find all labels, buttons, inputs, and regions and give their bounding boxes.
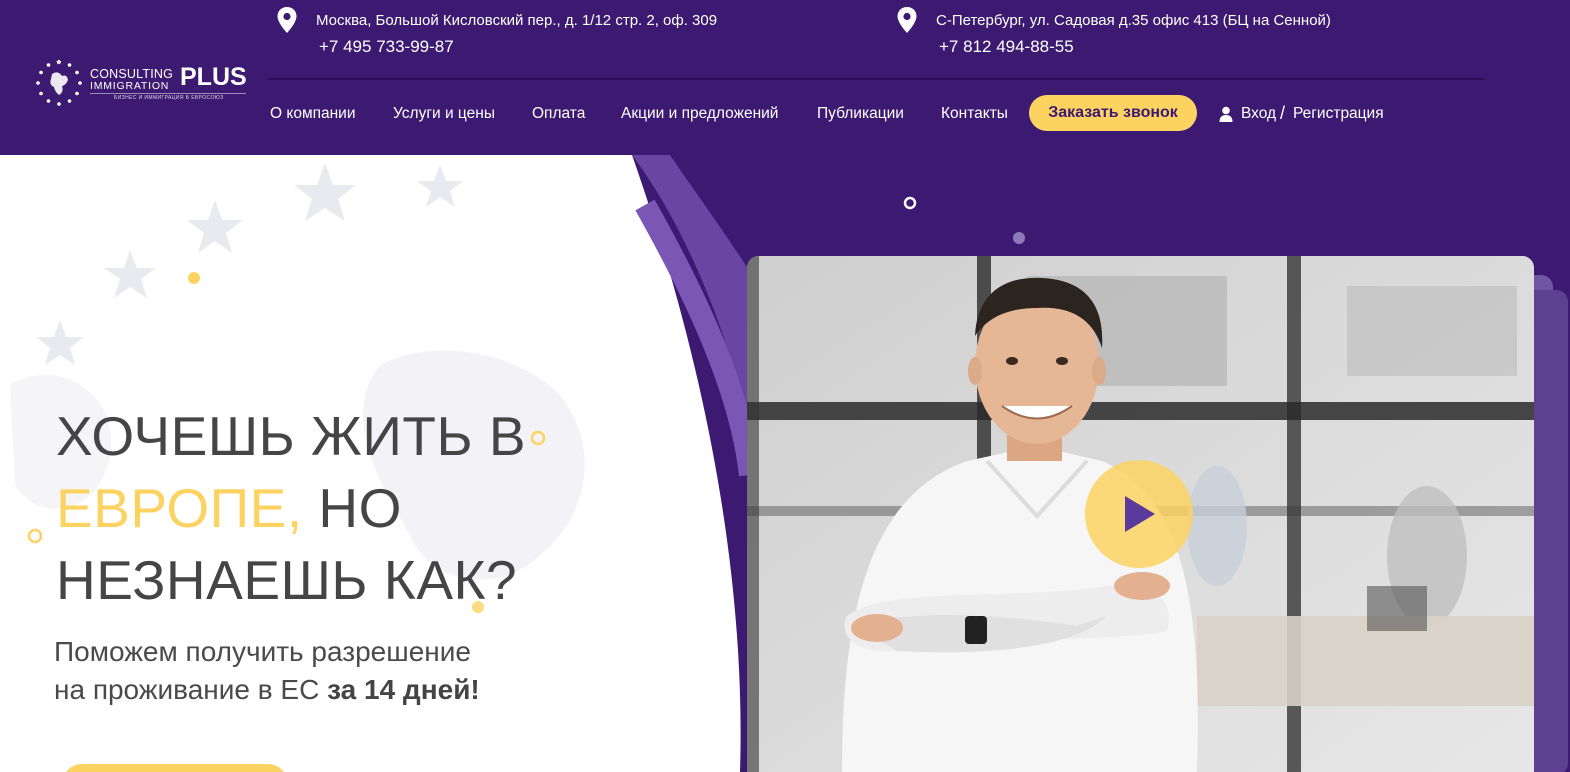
headline-line-1: ХОЧЕШЬ ЖИТЬ В	[56, 405, 527, 467]
nav-payment[interactable]: Оплата	[532, 105, 585, 123]
map-pin-icon	[897, 7, 917, 33]
logo-tagline: БИЗНЕС И ИММИГРАЦИЯ В ЕВРОСОЮЗ	[114, 95, 224, 101]
office-address-moscow: Москва, Большой Кисловский пер., д. 1/12…	[316, 12, 718, 29]
logo-divider	[90, 93, 246, 94]
sub-line-1: Поможем получить разрешение	[54, 636, 471, 667]
office-phone-moscow[interactable]: +7 495 733-99-87	[319, 37, 454, 57]
sub-line-2: на проживание в ЕС за 14 дней!	[54, 671, 674, 709]
play-icon	[1125, 496, 1155, 532]
headline-highlight: ЕВРОПЕ,	[56, 477, 303, 539]
hero-subheadline: Поможем получить разрешение на проживани…	[54, 633, 674, 709]
office-address-spb: С-Петербург, ул. Садовая д.35 офис 413 (…	[936, 12, 1331, 29]
logo-text-immigration: IMMIGRATION	[90, 80, 170, 92]
sub-line-2-text: на проживание в ЕС	[54, 674, 328, 705]
login-link[interactable]: Вход	[1241, 105, 1276, 123]
logo[interactable]: CONSULTING IMMIGRATION PLUS БИЗНЕС И ИММ…	[34, 58, 249, 108]
hero-headline: ХОЧЕШЬ ЖИТЬ В ЕВРОПЕ, НО НЕЗНАЕШЬ КАК?	[56, 400, 676, 616]
headline-line-2-rest: НО	[302, 477, 402, 539]
play-video-button[interactable]	[1085, 460, 1193, 568]
nav-promotions[interactable]: Акции и предложений	[621, 105, 778, 123]
header-divider	[268, 78, 1484, 80]
site-header: CONSULTING IMMIGRATION PLUS БИЗНЕС И ИММ…	[0, 0, 1570, 155]
nav-publications[interactable]: Публикации	[817, 105, 904, 123]
hero-cta-button[interactable]	[62, 764, 288, 772]
user-icon	[1219, 106, 1233, 122]
auth-separator: /	[1280, 103, 1286, 123]
nav-contacts[interactable]: Контакты	[941, 105, 1008, 123]
headline-line-2: ЕВРОПЕ, НО	[56, 472, 676, 544]
map-pin-icon	[277, 7, 297, 33]
logo-text-consulting: CONSULTING	[90, 67, 174, 81]
eu-stars-logo-icon	[36, 59, 82, 106]
headline-line-3: НЕЗНАЕШЬ КАК?	[56, 549, 518, 611]
nav-services[interactable]: Услуги и цены	[393, 105, 495, 123]
nav-about[interactable]: О компании	[270, 105, 356, 123]
logo-text-plus: PLUS	[180, 63, 247, 91]
register-link[interactable]: Регистрация	[1293, 105, 1384, 123]
sub-bold: за 14 дней!	[327, 674, 480, 705]
order-call-button[interactable]: Заказать звонок	[1029, 95, 1197, 131]
office-phone-spb[interactable]: +7 812 494-88-55	[939, 37, 1074, 57]
